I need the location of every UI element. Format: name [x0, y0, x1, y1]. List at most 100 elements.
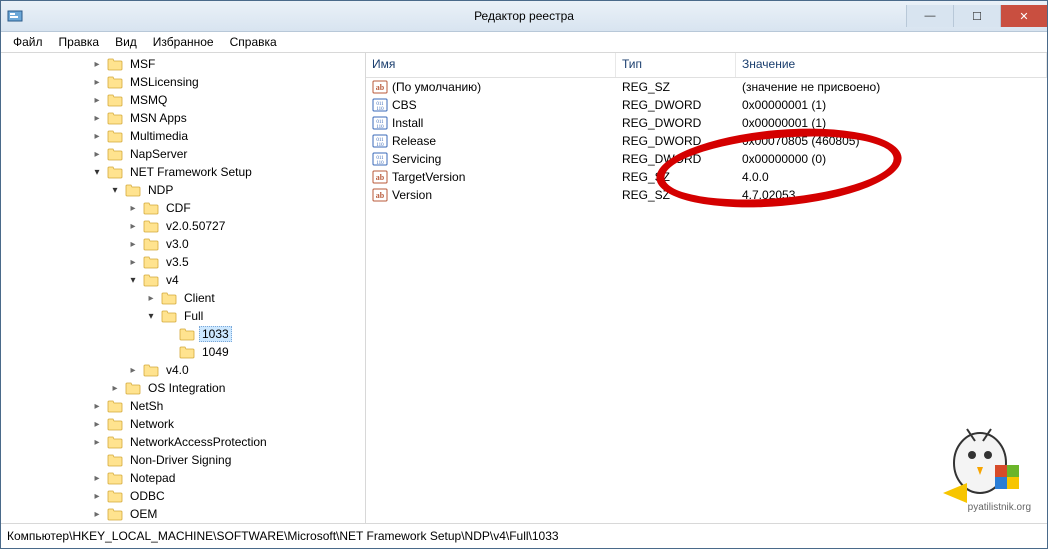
expand-icon[interactable]: ▸ — [91, 436, 103, 448]
tree-item[interactable]: ▸ ODBC — [1, 487, 365, 505]
value-name: Servicing — [392, 152, 441, 166]
tree-item[interactable]: ▸ v3.0 — [1, 235, 365, 253]
menu-view[interactable]: Вид — [107, 33, 145, 51]
expand-icon[interactable]: ▸ — [91, 58, 103, 70]
minimize-button[interactable]: — — [906, 5, 953, 27]
expand-icon[interactable]: ▸ — [91, 472, 103, 484]
tree-item[interactable]: ▸Multimedia — [1, 127, 365, 145]
expand-icon[interactable]: ▸ — [145, 292, 157, 304]
tree-item[interactable]: ▸ CDF — [1, 199, 365, 217]
folder-icon — [107, 435, 123, 449]
tree-item[interactable]: ▾ Full — [1, 307, 365, 325]
tree-item[interactable]: 1033 — [1, 325, 365, 343]
value-name: (По умолчанию) — [392, 80, 481, 94]
column-header-name[interactable]: Имя — [366, 53, 616, 77]
expand-icon[interactable]: ▸ — [127, 220, 139, 232]
dword-value-icon: 011110 — [372, 133, 388, 149]
svg-text:ab: ab — [376, 191, 385, 200]
expand-icon[interactable]: ▸ — [91, 130, 103, 142]
value-name: CBS — [392, 98, 417, 112]
tree-item[interactable]: ▸MSN Apps — [1, 109, 365, 127]
tree-item-label: Notepad — [127, 470, 178, 486]
titlebar[interactable]: Редактор реестра — ☐ ✕ — [1, 1, 1047, 32]
tree-item[interactable]: ▸MSMQ — [1, 91, 365, 109]
expand-icon[interactable]: ▸ — [91, 112, 103, 124]
folder-icon — [143, 363, 159, 377]
list-row[interactable]: ab(По умолчанию)REG_SZ(значение не присв… — [366, 78, 1047, 96]
collapse-icon[interactable]: ▾ — [91, 166, 103, 178]
tree-item-label: NapServer — [127, 146, 190, 162]
tree-item[interactable]: ▸ Client — [1, 289, 365, 307]
tree-item-label: Network — [127, 416, 177, 432]
tree-item[interactable]: ▸v3.5 — [1, 253, 365, 271]
tree-item[interactable]: ▸MSF — [1, 55, 365, 73]
list-row[interactable]: 011110CBSREG_DWORD0x00000001 (1) — [366, 96, 1047, 114]
expand-icon[interactable]: ▸ — [91, 490, 103, 502]
tree-item[interactable]: ▸ NapServer — [1, 145, 365, 163]
expand-icon[interactable]: ▸ — [91, 400, 103, 412]
tree-item-label: Full — [181, 308, 206, 324]
tree-item[interactable]: ▸OS Integration — [1, 379, 365, 397]
tree-item[interactable]: ▾NDP — [1, 181, 365, 199]
expand-icon[interactable]: ▸ — [109, 382, 121, 394]
collapse-icon[interactable]: ▾ — [145, 310, 157, 322]
folder-icon — [107, 111, 123, 125]
menu-file[interactable]: Файл — [5, 33, 51, 51]
tree-item[interactable]: ▸OEM — [1, 505, 365, 523]
tree-item[interactable]: ▸ NetSh — [1, 397, 365, 415]
collapse-icon[interactable]: ▾ — [109, 184, 121, 196]
list-header: Имя Тип Значение — [366, 53, 1047, 78]
tree-item[interactable]: ▸ Notepad — [1, 469, 365, 487]
expand-icon[interactable]: ▸ — [91, 148, 103, 160]
column-header-type[interactable]: Тип — [616, 53, 736, 77]
watermark-text: pyatilistnik.org — [968, 502, 1031, 513]
value-type: REG_DWORD — [616, 116, 736, 130]
expand-icon[interactable]: ▸ — [91, 508, 103, 520]
list-row[interactable]: abTargetVersionREG_SZ4.0.0 — [366, 168, 1047, 186]
tree-item-label: v3.0 — [163, 236, 192, 252]
tree-item-label: CDF — [163, 200, 194, 216]
list-row[interactable]: 011110ReleaseREG_DWORD0x00070805 (460805… — [366, 132, 1047, 150]
registry-editor-window: Редактор реестра — ☐ ✕ Файл Правка Вид И… — [0, 0, 1048, 549]
folder-icon — [107, 453, 123, 467]
tree-item[interactable]: ▾v4 — [1, 271, 365, 289]
expand-icon[interactable]: ▸ — [127, 256, 139, 268]
value-type: REG_SZ — [616, 80, 736, 94]
tree-item-label: ODBC — [127, 488, 168, 504]
dword-value-icon: 011110 — [372, 97, 388, 113]
maximize-button[interactable]: ☐ — [953, 5, 1000, 27]
list-row[interactable]: 011110ServicingREG_DWORD0x00000000 (0) — [366, 150, 1047, 168]
tree-item[interactable]: 1049 — [1, 343, 365, 361]
expand-icon[interactable]: ▸ — [91, 418, 103, 430]
tree-pane[interactable]: ▸MSF▸MSLicensing▸MSMQ▸MSN Apps▸Multimedi… — [1, 53, 366, 523]
tree-item[interactable]: ▸ Network — [1, 415, 365, 433]
tree-item[interactable]: Non-Driver Signing — [1, 451, 365, 469]
svg-text:110: 110 — [376, 125, 384, 130]
tree-item[interactable]: ▾NET Framework Setup — [1, 163, 365, 181]
expand-icon[interactable]: ▸ — [127, 202, 139, 214]
folder-icon — [107, 75, 123, 89]
tree-item[interactable]: ▸v4.0 — [1, 361, 365, 379]
tree-item[interactable]: ▸v2.0.50727 — [1, 217, 365, 235]
menu-favorites[interactable]: Избранное — [145, 33, 222, 51]
expand-icon[interactable]: ▸ — [127, 364, 139, 376]
column-header-value[interactable]: Значение — [736, 53, 1047, 77]
list-row[interactable]: abVersionREG_SZ4.7.02053 — [366, 186, 1047, 204]
close-button[interactable]: ✕ — [1000, 5, 1047, 27]
folder-icon — [107, 165, 123, 179]
tree-item[interactable]: ▸NetworkAccessProtection — [1, 433, 365, 451]
tree-item-label: MSLicensing — [127, 74, 202, 90]
collapse-icon[interactable]: ▾ — [127, 274, 139, 286]
expand-icon[interactable]: ▸ — [91, 76, 103, 88]
menu-edit[interactable]: Правка — [51, 33, 108, 51]
expand-icon[interactable]: ▸ — [91, 94, 103, 106]
expand-icon[interactable]: ▸ — [127, 238, 139, 250]
list-row[interactable]: 011110InstallREG_DWORD0x00000001 (1) — [366, 114, 1047, 132]
tree-item-label: Client — [181, 290, 218, 306]
folder-icon — [143, 237, 159, 251]
list-body[interactable]: pyatilistnik.org ab(По умолчанию)REG_SZ(… — [366, 78, 1047, 523]
tree-item[interactable]: ▸ MSLicensing — [1, 73, 365, 91]
menu-help[interactable]: Справка — [222, 33, 285, 51]
folder-icon — [107, 57, 123, 71]
tree-item-label: NetSh — [127, 398, 166, 414]
